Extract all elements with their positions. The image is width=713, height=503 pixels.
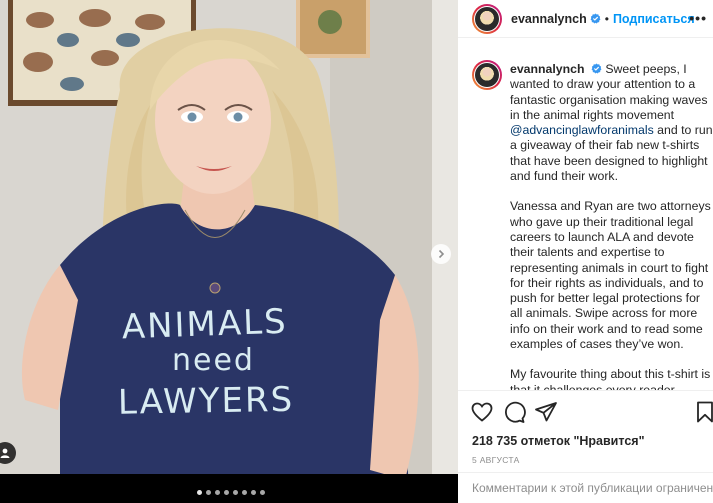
username-link[interactable]: evannalynch xyxy=(511,12,587,26)
avatar[interactable] xyxy=(472,3,502,34)
post-header: evannalynch • Подписаться ••• xyxy=(458,0,713,38)
follow-button[interactable]: Подписаться xyxy=(613,12,695,26)
paper-plane-icon[interactable] xyxy=(534,400,558,424)
verified-badge-icon xyxy=(590,13,601,24)
photo-illustration: ANIMALS need LAWYERS xyxy=(0,0,458,503)
carousel-indicator xyxy=(0,490,458,495)
mention-link[interactable]: @advancinglawforanimals xyxy=(510,123,654,137)
caption-paragraph-3: My favourite thing about this t-shirt is… xyxy=(510,367,711,390)
carousel-dot xyxy=(260,490,265,495)
carousel-dot xyxy=(242,490,247,495)
next-photo-button[interactable] xyxy=(431,244,451,264)
shirt-text-line2: need xyxy=(172,343,255,378)
carousel-dot xyxy=(206,490,211,495)
carousel-dot xyxy=(197,490,202,495)
likes-count[interactable]: 218 735 отметок "Нравится" xyxy=(472,434,645,448)
caption-paragraph-2: Vanessa and Ryan are two attorneys who g… xyxy=(510,199,711,352)
post-photo[interactable]: ANIMALS need LAWYERS xyxy=(0,0,458,503)
verified-badge-icon xyxy=(591,63,602,74)
carousel-dot xyxy=(251,490,256,495)
user-tag-icon xyxy=(0,448,10,458)
carousel-dot xyxy=(215,490,220,495)
carousel-dot xyxy=(224,490,229,495)
post-details-panel: evannalynch • Подписаться ••• evannalync… xyxy=(458,0,713,503)
carousel-dot xyxy=(233,490,238,495)
caption-username[interactable]: evannalynch xyxy=(510,62,585,76)
comment-icon[interactable] xyxy=(502,400,526,424)
caption-avatar[interactable] xyxy=(472,60,502,90)
caption-text: evannalynch Sweet peeps, I wanted to dra… xyxy=(510,62,713,390)
post-date[interactable]: 5 АВГУСТА xyxy=(472,455,520,465)
chevron-right-icon xyxy=(438,249,445,259)
caption-area: evannalynch Sweet peeps, I wanted to dra… xyxy=(472,58,713,390)
separator-dot: • xyxy=(604,11,609,26)
heart-icon[interactable] xyxy=(470,400,494,424)
comments-disabled-notice: Комментарии к этой публикации ограничены… xyxy=(458,472,713,503)
more-options-button[interactable]: ••• xyxy=(689,10,707,26)
bookmark-icon[interactable] xyxy=(693,400,713,424)
action-bar xyxy=(458,390,713,432)
shirt-text-line1: ANIMALS xyxy=(121,302,288,348)
shirt-text-line3: LAWYERS xyxy=(118,380,295,423)
